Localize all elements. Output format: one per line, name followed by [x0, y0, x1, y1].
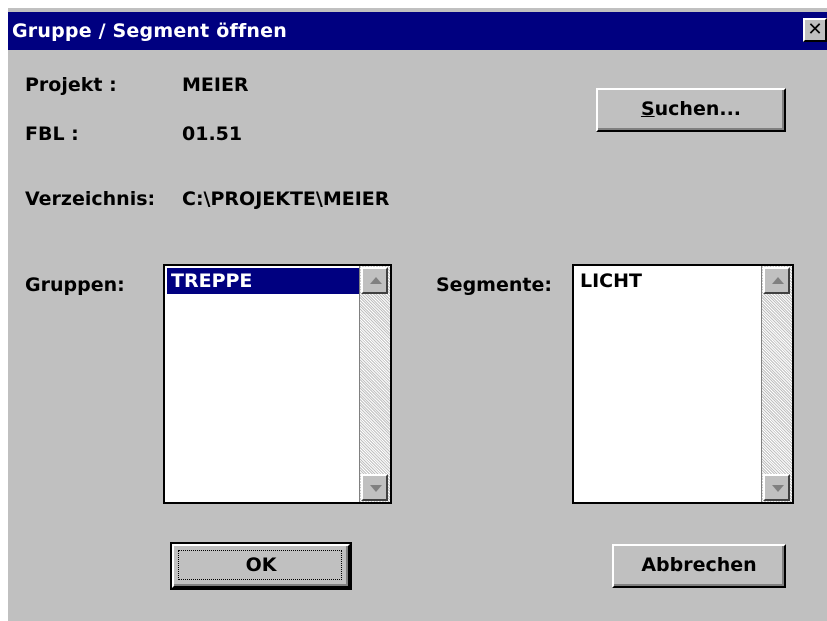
gruppen-label: Gruppen: [25, 274, 125, 296]
fbl-label: FBL : [25, 123, 79, 145]
segmente-scroll-down-button[interactable] [763, 474, 790, 501]
segmente-scrollbar[interactable] [761, 266, 792, 502]
dialog-window: Gruppe / Segment öffnen ✕ Projekt : MEIE… [8, 8, 827, 621]
suchen-button[interactable]: Suchen... [596, 88, 786, 132]
fbl-value: 01.51 [182, 123, 243, 145]
ok-focus-rect [178, 550, 342, 580]
scroll-up-icon [772, 277, 784, 284]
suchen-label: uchen... [654, 98, 742, 120]
gruppen-listbox[interactable]: TREPPE [163, 264, 392, 504]
segmente-label: Segmente: [436, 274, 552, 296]
scroll-down-icon [772, 485, 784, 492]
segmente-listbox[interactable]: LICHT [572, 264, 794, 504]
close-icon: ✕ [807, 19, 823, 40]
ok-button[interactable]: OK [170, 542, 352, 590]
close-button[interactable]: ✕ [803, 18, 827, 42]
verzeichnis-label: Verzeichnis: [25, 188, 156, 210]
gruppen-item-treppe[interactable]: TREPPE [167, 268, 360, 294]
abbrechen-button[interactable]: Abbrechen [612, 544, 786, 588]
verzeichnis-value: C:\PROJEKTE\MEIER [182, 188, 390, 210]
title-bar[interactable]: Gruppe / Segment öffnen ✕ [8, 12, 827, 50]
suchen-mnemonic: S [640, 98, 655, 120]
segmente-scroll-up-button[interactable] [763, 267, 790, 294]
projekt-value: MEIER [182, 74, 249, 96]
projekt-label: Projekt : [25, 74, 117, 96]
gruppen-scrollbar[interactable] [359, 266, 390, 502]
gruppen-scroll-down-button[interactable] [361, 474, 388, 501]
dialog-title: Gruppe / Segment öffnen [12, 20, 287, 42]
segmente-item-licht[interactable]: LICHT [576, 268, 762, 294]
gruppen-scroll-up-button[interactable] [361, 267, 388, 294]
scroll-down-icon [370, 485, 382, 492]
abbrechen-label: Abbrechen [641, 554, 757, 576]
scroll-up-icon [370, 277, 382, 284]
